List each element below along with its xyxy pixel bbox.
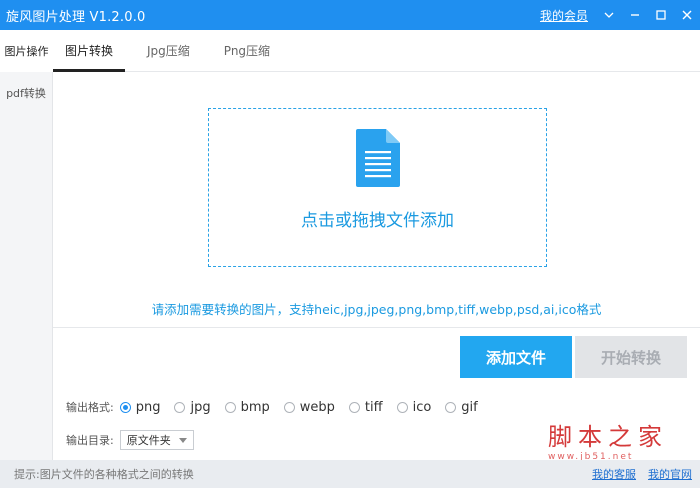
radio-label: jpg xyxy=(190,399,211,415)
tab-png-compress[interactable]: Png压缩 xyxy=(212,29,282,71)
customer-service-link[interactable]: 我的客服 xyxy=(592,466,636,482)
official-site-link[interactable]: 我的官网 xyxy=(648,466,692,482)
title-bar-right: 我的会员 xyxy=(540,0,700,30)
drop-zone-text: 点击或拖拽文件添加 xyxy=(301,211,454,231)
title-bar: 旋风图片处理 V1.2.0.0 我的会员 xyxy=(0,0,700,30)
sidebar-item-image-ops[interactable]: 图片操作 xyxy=(0,30,53,72)
output-format-radio-group: png jpg bmp webp tiff ico gif xyxy=(119,399,492,415)
radio-label: ico xyxy=(412,399,432,415)
radio-label: gif xyxy=(461,399,478,415)
output-dir-label: 输出目录: xyxy=(66,434,114,447)
start-convert-button[interactable]: 开始转换 xyxy=(575,336,687,378)
radio-circle[interactable] xyxy=(174,401,186,413)
my-membership-link[interactable]: 我的会员 xyxy=(540,7,588,24)
format-radio-ico[interactable]: ico xyxy=(396,399,432,415)
format-radio-webp[interactable]: webp xyxy=(283,399,335,415)
format-radio-tiff[interactable]: tiff xyxy=(348,399,383,415)
output-dir-select[interactable]: 原文件夹 xyxy=(119,430,194,450)
output-format-row: 输出格式: png jpg bmp webp tiff ico gif xyxy=(66,398,492,416)
format-radio-bmp[interactable]: bmp xyxy=(224,399,270,415)
file-drop-zone[interactable]: 点击或拖拽文件添加 xyxy=(208,108,547,267)
tab-bar: 图片转换 Jpg压缩 Png压缩 xyxy=(53,30,700,72)
supported-formats-hint: 请添加需要转换的图片，支持heic,jpg,jpeg,png,bmp,tiff,… xyxy=(151,302,602,317)
sidebar-item-pdf-convert[interactable]: pdf转换 xyxy=(0,72,52,114)
output-format-label: 输出格式: xyxy=(66,401,114,414)
radio-label: webp xyxy=(299,399,335,415)
status-hint: 提示:图片文件的各种格式之间的转换 xyxy=(14,468,194,481)
format-radio-gif[interactable]: gif xyxy=(445,399,478,415)
watermark-title: 脚本之家 xyxy=(548,423,668,451)
format-radio-jpg[interactable]: jpg xyxy=(174,399,211,415)
radio-circle[interactable] xyxy=(445,401,457,413)
tab-label: 图片转换 xyxy=(65,43,114,58)
document-icon xyxy=(355,129,400,190)
tab-jpg-compress[interactable]: Jpg压缩 xyxy=(135,29,202,71)
window-title: 旋风图片处理 V1.2.0.0 xyxy=(6,9,146,25)
tab-image-convert[interactable]: 图片转换 xyxy=(53,29,126,72)
radio-label: png xyxy=(135,399,161,415)
radio-label: tiff xyxy=(364,399,383,415)
chevron-down-icon[interactable] xyxy=(596,0,622,30)
minimize-icon[interactable] xyxy=(622,0,648,30)
divider xyxy=(53,327,700,328)
radio-circle[interactable] xyxy=(119,401,131,413)
radio-label: bmp xyxy=(240,399,270,415)
maximize-icon[interactable] xyxy=(648,0,674,30)
status-links: 我的客服 我的官网 xyxy=(580,466,692,482)
sidebar-item-label: pdf转换 xyxy=(6,87,46,100)
close-icon[interactable] xyxy=(674,0,700,30)
radio-circle[interactable] xyxy=(224,401,236,413)
radio-circle[interactable] xyxy=(396,401,408,413)
format-radio-png[interactable]: png xyxy=(119,399,161,415)
dropdown-caret-icon xyxy=(178,437,187,443)
radio-circle[interactable] xyxy=(283,401,295,413)
add-file-button[interactable]: 添加文件 xyxy=(460,336,572,378)
output-dir-row: 输出目录: 原文件夹 xyxy=(66,430,194,450)
radio-circle[interactable] xyxy=(348,401,360,413)
tab-label: Png压缩 xyxy=(223,43,271,58)
tab-label: Jpg压缩 xyxy=(147,43,190,58)
sidebar-item-label: 图片操作 xyxy=(4,45,49,58)
sidebar: 图片操作 pdf转换 xyxy=(0,30,53,460)
output-dir-value: 原文件夹 xyxy=(126,434,171,447)
status-bar: 提示:图片文件的各种格式之间的转换 我的客服 我的官网 xyxy=(0,460,700,488)
